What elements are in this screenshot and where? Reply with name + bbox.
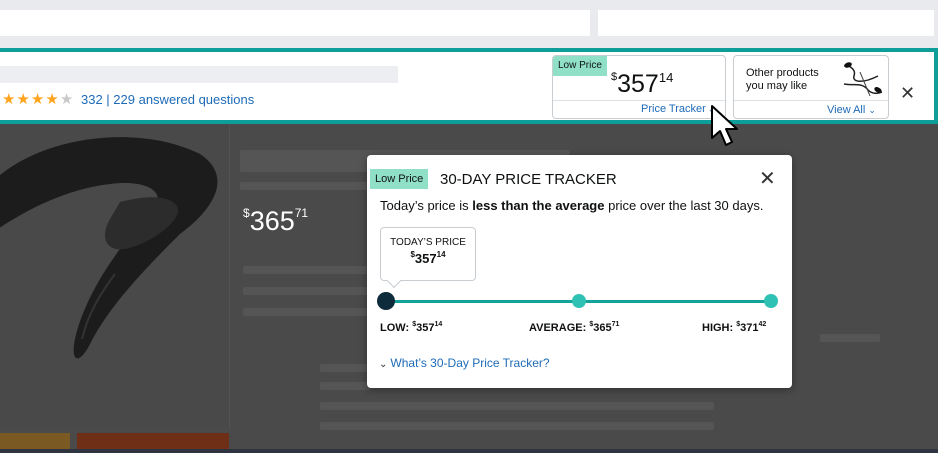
low-price-badge: Low Price [370,169,429,189]
high-price-marker [764,294,778,308]
text-placeholder [320,382,370,390]
review-count-link[interactable]: 332 | 229 answered questions [81,92,254,107]
chevron-down-icon: ⌄ [868,105,876,115]
text-placeholder [320,364,370,372]
text-placeholder [243,287,373,295]
product-gallery [0,124,230,429]
star-icon: ★ [30,91,45,108]
low-price-badge: Low Price [553,56,607,76]
text-placeholder [243,308,373,316]
bottom-strip [0,449,938,453]
close-icon[interactable]: ✕ [900,84,915,102]
whats-price-tracker-link[interactable]: ⌄ What’s 30-Day Price Tracker? [379,356,550,370]
current-price: $35714 [611,70,674,98]
page-price: $36571 [243,206,309,236]
text-placeholder [320,402,714,410]
high-price-label: HIGH: $37142 [702,321,767,334]
text-placeholder [320,422,714,430]
text-placeholder [820,334,880,342]
todays-price-label: TODAY’S PRICE [390,237,466,248]
close-icon[interactable]: ✕ [759,169,776,189]
sticky-product-strip: ★ ★ ★ ★ ★ 332 | 229 answered questions L… [0,48,938,124]
chevron-down-icon: ⌄ [379,359,388,370]
half-star-icon: ★ [59,91,74,108]
earbuds-product-icon [843,62,883,97]
product-title-placeholder [0,66,398,83]
text-placeholder [240,182,370,190]
search-bar-placeholder [0,10,590,36]
average-price-marker [572,294,586,308]
card-divider [553,100,725,101]
top-bar [0,0,938,48]
todays-price-callout: TODAY’S PRICE $35714 [380,227,476,281]
view-all-link[interactable]: View All ⌄ [827,104,876,116]
popover-title: 30-DAY PRICE TRACKER [440,171,617,188]
text-placeholder [243,266,373,274]
price-tracker-link[interactable]: Price Tracker⌄ [641,103,715,115]
other-products-label: Other products you may like [746,67,819,92]
mouse-pointer-icon [711,105,738,146]
todays-price-value: $35714 [410,250,446,266]
other-products-card[interactable]: Other products you may like View All ⌄ [733,55,889,119]
price-description: Today’s price is less than the average p… [380,198,764,213]
price-card[interactable]: Low Price $35714 Price Tracker⌄ [552,55,726,119]
card-divider [734,100,888,101]
low-price-label: LOW: $35714 [380,321,443,334]
price-tracker-popover: Low Price 30-DAY PRICE TRACKER ✕ Today’s… [367,155,792,388]
rating-stars[interactable]: ★ ★ ★ ★ ★ [2,92,73,108]
header-placeholder [598,10,934,36]
average-price-label: AVERAGE: $36571 [529,321,620,334]
low-price-marker [377,292,395,310]
star-icon: ★ [45,91,59,108]
star-icon: ★ [2,91,16,108]
neck-speaker-product-image [0,137,218,359]
star-icon: ★ [16,91,30,108]
